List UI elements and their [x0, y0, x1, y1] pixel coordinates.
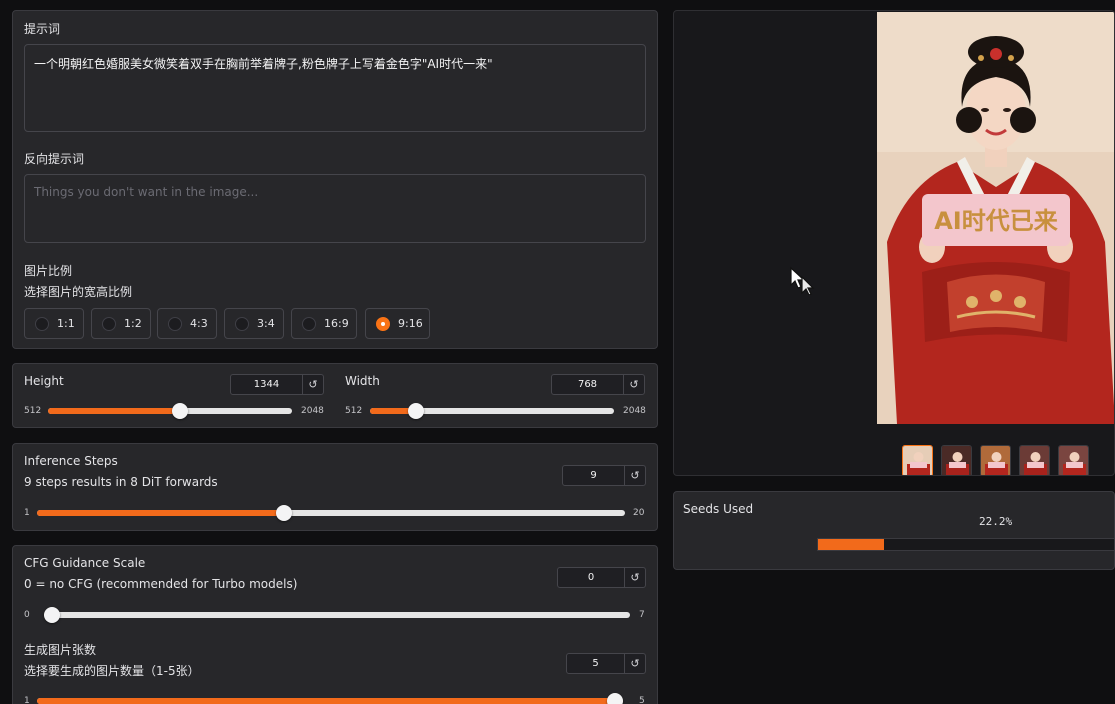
width-number-input[interactable]: 768 ↺ — [551, 374, 645, 395]
seeds-progress-text: 22.2% — [979, 515, 1013, 528]
width-slider[interactable] — [370, 403, 614, 419]
ratio-option-4-3[interactable]: 4:3 — [157, 308, 217, 339]
height-max: 2048 — [301, 406, 324, 416]
width-label: Width — [345, 374, 380, 388]
prompt-text: 一个明朝红色婚服美女微笑着双手在胸前举着牌子,粉色牌子上写着金色字"AI时代一来… — [34, 57, 493, 71]
num-images-slider-thumb[interactable] — [607, 693, 623, 704]
height-number-input[interactable]: 1344 ↺ — [230, 374, 324, 395]
ratio-option-label: 1:1 — [57, 317, 75, 330]
ratio-option-9-16[interactable]: 9:16 — [365, 308, 430, 339]
cfg-info: 0 = no CFG (recommended for Turbo models… — [24, 577, 298, 591]
height-min: 512 — [24, 406, 42, 416]
num-images-max: 5 — [639, 696, 645, 704]
thumbnail-2[interactable] — [941, 445, 972, 475]
height-slider-fill — [48, 408, 180, 414]
cfg-slider[interactable] — [44, 607, 630, 623]
pointer-cursor-icon — [790, 266, 815, 295]
width-max: 2048 — [623, 406, 646, 416]
width-reset-icon[interactable]: ↺ — [623, 375, 644, 394]
seeds-label: Seeds Used — [683, 502, 754, 516]
height-slider-thumb[interactable] — [172, 403, 188, 419]
cfg-reset-icon[interactable]: ↺ — [624, 568, 645, 587]
ratio-option-1-2[interactable]: 1:2 — [91, 308, 151, 339]
thumbnail-3[interactable] — [980, 445, 1011, 475]
inference-steps-reset-icon[interactable]: ↺ — [624, 466, 645, 485]
thumbnail-4[interactable] — [1019, 445, 1050, 475]
aspect-ratio-info: 选择图片的宽高比例 — [24, 285, 133, 299]
prompt-label: 提示词 — [24, 22, 61, 36]
width-min: 512 — [345, 406, 363, 416]
generated-image[interactable]: AI时代已来 — [877, 12, 1115, 424]
ratio-option-3-4[interactable]: 3:4 — [224, 308, 284, 339]
num-images-slider-fill — [37, 698, 623, 704]
num-images-number-input[interactable]: 5 ↺ — [566, 653, 646, 674]
thumbnail-5[interactable] — [1058, 445, 1089, 475]
seeds-progress-bar — [817, 538, 1115, 551]
cfg-label: CFG Guidance Scale — [24, 556, 146, 570]
sign-text: AI时代已来 — [934, 207, 1059, 235]
negative-prompt-textarea[interactable]: Things you don't want in the image... — [24, 174, 646, 243]
inference-steps-number-input[interactable]: 9 ↺ — [562, 465, 646, 486]
width-value: 768 — [577, 379, 598, 390]
height-label: Height — [24, 374, 64, 388]
width-slider-thumb[interactable] — [408, 403, 424, 419]
ratio-option-1-1[interactable]: 1:1 — [24, 308, 84, 339]
thumbnail-1[interactable] — [902, 445, 933, 475]
negative-prompt-label: 反向提示词 — [24, 152, 85, 166]
inference-steps-slider[interactable] — [37, 505, 625, 521]
radio-dot — [35, 316, 49, 331]
num-images-value: 5 — [592, 658, 599, 669]
num-images-info: 选择要生成的图片数量（1-5张） — [24, 664, 200, 678]
aspect-ratio-label: 图片比例 — [24, 264, 73, 278]
negative-prompt-placeholder: Things you don't want in the image... — [34, 185, 259, 199]
num-images-label: 生成图片张数 — [24, 643, 97, 657]
inference-steps-min: 1 — [24, 508, 30, 518]
inference-steps-label: Inference Steps — [24, 454, 118, 468]
radio-dot — [102, 316, 116, 331]
cfg-max: 7 — [639, 610, 645, 620]
ratio-option-label: 3:4 — [257, 317, 275, 330]
ratio-option-label: 4:3 — [190, 317, 208, 330]
inference-steps-info: 9 steps results in 8 DiT forwards — [24, 475, 218, 489]
cfg-value: 0 — [587, 572, 595, 583]
height-value: 1344 — [253, 379, 280, 390]
radio-dot-selected — [376, 316, 390, 331]
cfg-min: 0 — [24, 610, 30, 620]
inference-steps-value: 9 — [590, 470, 597, 481]
num-images-slider[interactable] — [37, 693, 623, 704]
radio-dot — [168, 316, 182, 331]
ratio-option-label: 16:9 — [324, 317, 349, 330]
radio-dot — [235, 316, 249, 331]
height-slider[interactable] — [48, 403, 292, 419]
cfg-slider-thumb[interactable] — [44, 607, 60, 623]
height-reset-icon[interactable]: ↺ — [302, 375, 323, 394]
inference-steps-slider-thumb[interactable] — [276, 505, 292, 521]
cfg-number-input[interactable]: 0 ↺ — [557, 567, 646, 588]
ratio-option-16-9[interactable]: 16:9 — [291, 308, 357, 339]
num-images-min: 1 — [24, 696, 30, 704]
inference-steps-max: 20 — [633, 508, 645, 518]
inference-steps-slider-fill — [37, 510, 284, 516]
prompt-textarea[interactable]: 一个明朝红色婚服美女微笑着双手在胸前举着牌子,粉色牌子上写着金色字"AI时代一来… — [24, 44, 646, 132]
num-images-reset-icon[interactable]: ↺ — [624, 654, 645, 673]
output-gallery: AI时代已来 — [673, 10, 1115, 476]
ratio-option-label: 1:2 — [124, 317, 142, 330]
ratio-option-label: 9:16 — [398, 317, 423, 330]
radio-dot — [302, 316, 316, 331]
dimensions-panel — [12, 363, 658, 428]
seeds-progress-fill — [818, 539, 884, 550]
